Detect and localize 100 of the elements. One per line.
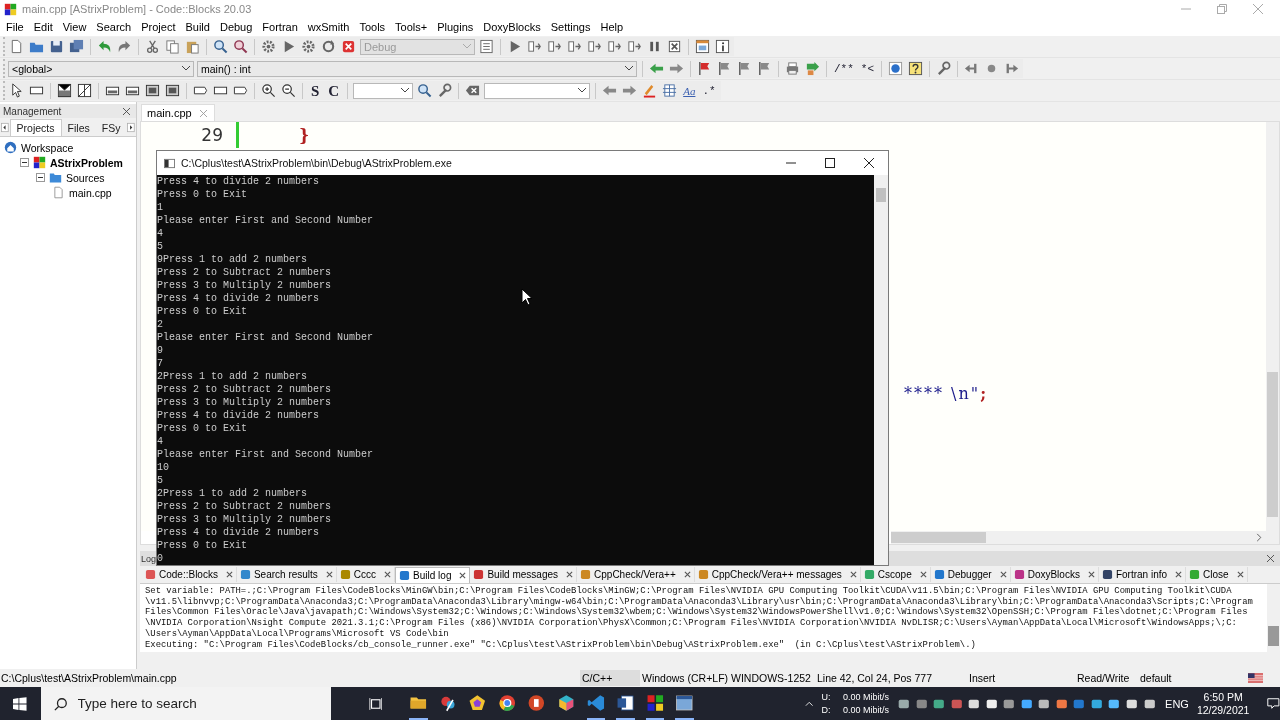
step-icon[interactable] [566,39,583,54]
menu-item[interactable]: Fortran [257,21,303,33]
vertical-scrollbar[interactable] [874,175,888,565]
log-tab[interactable]: CppCheck/Vera++ messages [694,567,861,582]
search-icon[interactable] [416,83,434,98]
language-indicator[interactable]: ENG [1165,697,1189,710]
log-tab[interactable]: Code::Blocks [142,567,237,582]
abort-icon[interactable] [666,39,683,54]
editor-tab[interactable]: main.cpp [141,104,215,121]
shape-icon[interactable] [164,83,181,98]
panel-tab[interactable]: Files [61,120,96,136]
menu-item[interactable]: Build [180,21,215,33]
close-icon[interactable] [1087,571,1095,578]
menu-item[interactable]: Help [595,21,629,33]
caret-icon[interactable] [578,88,587,93]
caret-icon[interactable] [401,88,410,93]
shape-icon[interactable] [144,83,161,98]
close-icon[interactable] [384,571,392,578]
tree-item[interactable]: main.cpp [67,186,114,199]
menu-item[interactable]: Settings [545,21,596,33]
close-icon[interactable] [566,571,574,578]
tree-item[interactable]: AStrixProblem [48,156,125,169]
help-icon[interactable] [907,61,924,76]
paste-icon[interactable] [184,39,201,54]
scroll-right-icon[interactable] [127,122,135,133]
zoom-in-icon[interactable] [260,83,277,98]
arrow-left-icon[interactable] [601,83,619,98]
menu-item[interactable]: View [57,21,92,33]
log-tab[interactable]: Cscope [860,567,931,582]
tree-item[interactable]: Sources [64,171,107,184]
gear-icon[interactable] [300,39,317,54]
search-field[interactable]: Type here to search [40,687,331,720]
menu-item[interactable]: Project [136,21,181,33]
step-icon[interactable] [526,39,543,54]
comment-button[interactable]: *< [858,60,876,77]
match-case-button[interactable]: Aa [681,82,698,99]
globe-icon[interactable] [887,61,904,76]
window-icon[interactable] [694,39,711,54]
save-icon[interactable] [48,39,65,54]
menu-item[interactable]: Plugins [432,21,479,33]
clear-icon[interactable] [464,83,482,98]
undo-icon[interactable] [96,39,113,54]
step-icon[interactable] [626,39,643,54]
task-view-icon[interactable] [368,695,383,712]
maximize-icon[interactable] [825,158,835,168]
text-style-button[interactable]: C [325,82,343,99]
arrow-left-icon[interactable] [648,61,665,76]
clock-date[interactable]: 12/29/2021 [1196,703,1250,717]
clock-time[interactable]: 6:50 PM [1203,690,1243,704]
vertical-scrollbar[interactable] [1266,122,1279,544]
menu-item[interactable]: wxSmith [302,21,355,33]
function-dropdown[interactable]: main() : int [197,60,637,77]
close-icon[interactable] [849,571,857,578]
stop-icon[interactable] [340,39,357,54]
collapse-icon[interactable] [36,173,45,182]
menu-item[interactable]: DoxyBlocks [478,21,546,33]
copy-icon[interactable] [164,39,181,54]
log-tab[interactable]: CppCheck/Vera++ [577,567,695,582]
menu-item[interactable]: Tools+ [390,21,433,33]
scissors-icon[interactable] [144,39,161,54]
columns-icon[interactable] [661,83,679,98]
close-icon[interactable] [1175,571,1183,578]
search-icon[interactable] [232,39,249,54]
step-icon[interactable] [606,39,623,54]
menu-item[interactable]: Search [91,21,137,33]
menu-item[interactable]: Debug [214,21,258,33]
step-icon[interactable] [586,39,603,54]
close-icon[interactable] [919,571,927,578]
save-all-icon[interactable] [68,39,85,54]
redo-icon[interactable] [116,39,133,54]
tree-item[interactable]: Workspace [19,141,76,154]
log-tab[interactable]: Fortran info [1098,567,1187,582]
close-icon[interactable] [864,158,874,168]
arrow-icon[interactable] [804,61,821,76]
close-icon[interactable] [999,571,1007,578]
log-tab[interactable]: Close [1186,567,1248,582]
log-tab[interactable]: DoxyBlocks [1010,567,1099,582]
log-tab[interactable]: Build log [395,566,471,583]
vertical-scrollbar[interactable] [1267,584,1280,652]
gear-icon[interactable] [260,39,277,54]
close-icon[interactable] [325,571,333,578]
scroll-left-icon[interactable] [1,122,9,133]
step-icon[interactable] [546,39,563,54]
log-tab[interactable]: Search results [236,567,337,582]
comment-button[interactable]: /** [832,60,856,77]
arrow-right-icon[interactable] [668,61,685,76]
chevron-up-icon[interactable] [805,700,814,707]
box-icon[interactable] [76,83,93,98]
close-icon[interactable] [683,571,691,578]
menu-item[interactable]: Edit [28,21,58,33]
log-tab[interactable]: Build messages [470,567,578,582]
panel-tab[interactable]: Projects [9,119,62,136]
zoom-out-icon[interactable] [280,83,297,98]
close-icon[interactable] [459,571,467,579]
start-icon[interactable] [13,695,27,712]
horizontal-scrollbar[interactable] [891,531,1266,544]
printer-icon[interactable] [784,61,801,76]
notification-icon[interactable] [1267,696,1280,711]
caret-icon[interactable] [182,66,190,71]
box-icon[interactable] [56,83,73,98]
